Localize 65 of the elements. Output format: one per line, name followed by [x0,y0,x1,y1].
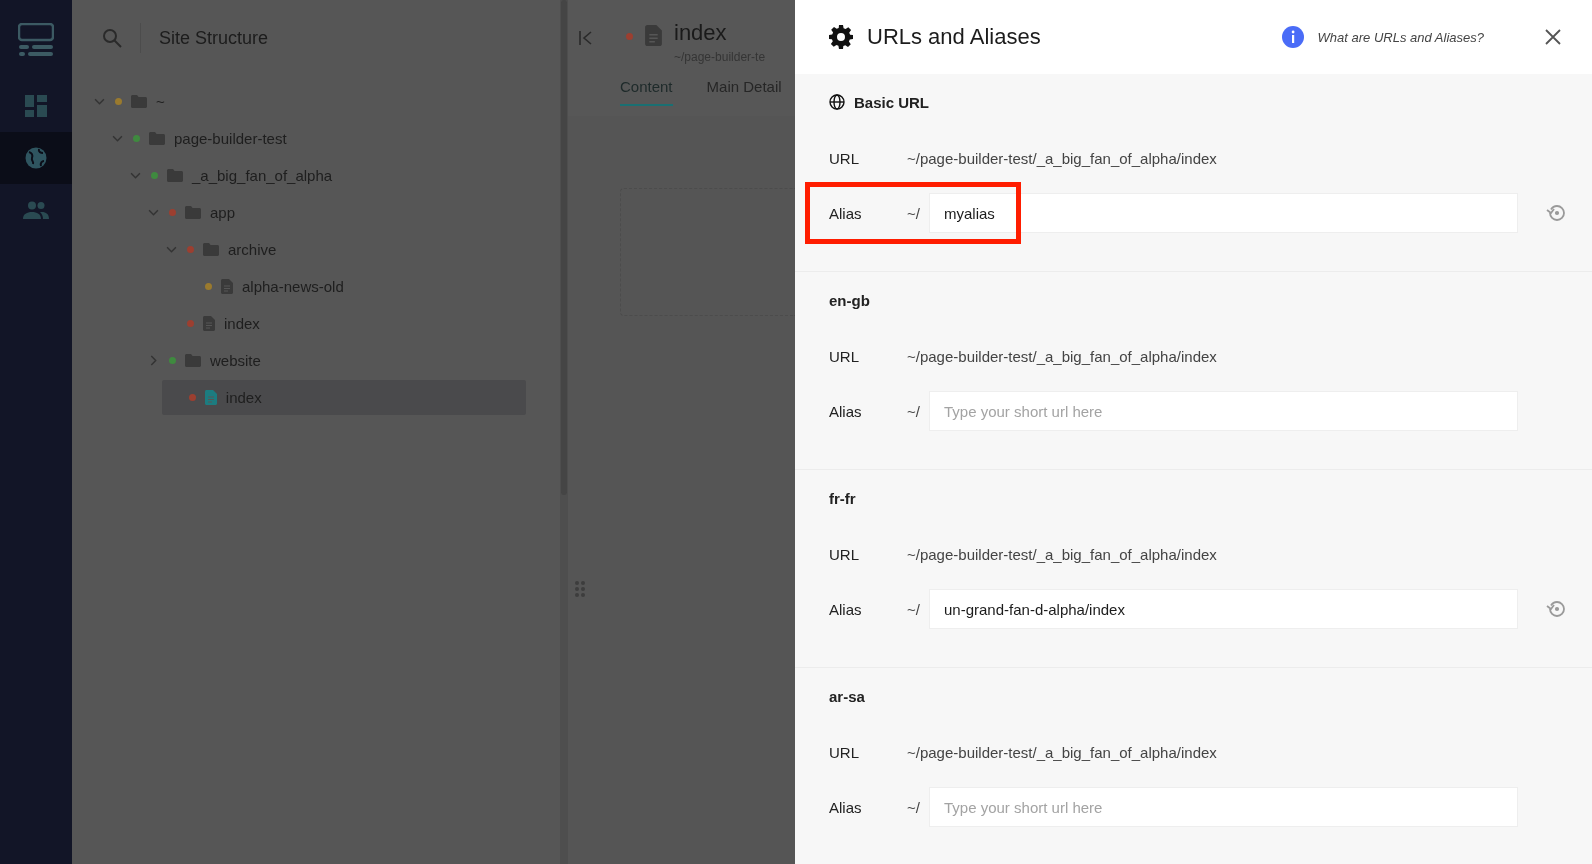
folder-icon [149,132,165,145]
tree-item[interactable]: archive [72,232,560,267]
alias-field[interactable]: myalias [929,193,1518,233]
tree-item[interactable]: index [72,306,560,341]
alias-field[interactable]: Type your short url here [929,787,1518,827]
document-icon [221,279,233,294]
field-label: URL [829,546,860,563]
tree-item[interactable]: website [72,343,560,378]
tree-item[interactable]: ~ [72,84,560,119]
alias-field[interactable]: un-grand-fan-d-alpha/index [929,589,1518,629]
chevron-icon[interactable] [165,244,177,255]
panel-title: Site Structure [159,27,269,49]
tree-item[interactable]: _a_big_fan_of_alpha [72,158,560,193]
globe-icon [829,94,845,110]
section-title: en-gb [829,291,870,309]
folder-icon [203,243,219,256]
field-label: Alias [829,204,863,222]
drawer-title: URLs and Aliases [867,24,1042,50]
folder-icon [185,354,201,367]
url-text: ~/page-builder-test/_a_big_fan_of_alpha/index [907,744,1217,761]
field-label: Alias [829,798,863,816]
chevron-icon[interactable] [129,170,141,181]
section-title: ar-sa [829,687,865,705]
chevron-icon[interactable] [111,133,123,144]
alias-field[interactable]: Type your short url here [929,391,1518,431]
document-icon [203,316,215,331]
users-icon[interactable] [23,201,49,219]
url-text: ~/page-builder-test/_a_big_fan_of_alpha/index [907,546,1217,563]
field-label: URL [829,744,860,761]
tree-item[interactable]: alpha-news-old [72,269,560,304]
field-label: Alias [829,600,863,618]
url-prefix: ~/ [907,204,921,222]
reset-icon[interactable] [1546,598,1568,620]
field-label: URL [829,348,860,365]
document-icon [204,390,217,405]
tree-item[interactable]: app [72,195,560,230]
page-title: index [674,20,728,46]
dashboard-icon[interactable] [25,95,47,117]
folder-icon [131,95,147,108]
url-prefix: ~/ [907,600,921,618]
close-icon[interactable] [1544,28,1562,46]
field-label: Alias [829,402,863,420]
document-icon [645,25,662,46]
info-icon[interactable] [1281,26,1304,48]
chevron-icon[interactable] [93,96,105,107]
url-text: ~/page-builder-test/_a_big_fan_of_alpha/index [907,150,1217,167]
url-prefix: ~/ [907,402,921,420]
section-title: fr-fr [829,489,856,507]
url-prefix: ~/ [907,798,921,816]
folder-icon [167,169,183,182]
chevron-icon[interactable] [147,207,159,218]
tab[interactable]: Content [620,78,673,106]
logo-icon[interactable] [18,23,54,57]
url-text: ~/page-builder-test/_a_big_fan_of_alpha/index [907,348,1217,365]
collapse-icon[interactable] [578,30,594,46]
drag-handle-icon[interactable] [574,580,586,598]
settings-icon [829,25,853,49]
reset-icon[interactable] [1546,202,1568,224]
help-link[interactable]: What are URLs and Aliases? [1317,29,1484,45]
field-label: URL [829,150,860,167]
section-title: Basic URL [854,93,930,111]
folder-icon [185,206,201,219]
tree-item[interactable]: page-builder-test [72,121,560,156]
search-icon[interactable] [102,28,122,48]
globe-icon[interactable] [24,146,48,170]
